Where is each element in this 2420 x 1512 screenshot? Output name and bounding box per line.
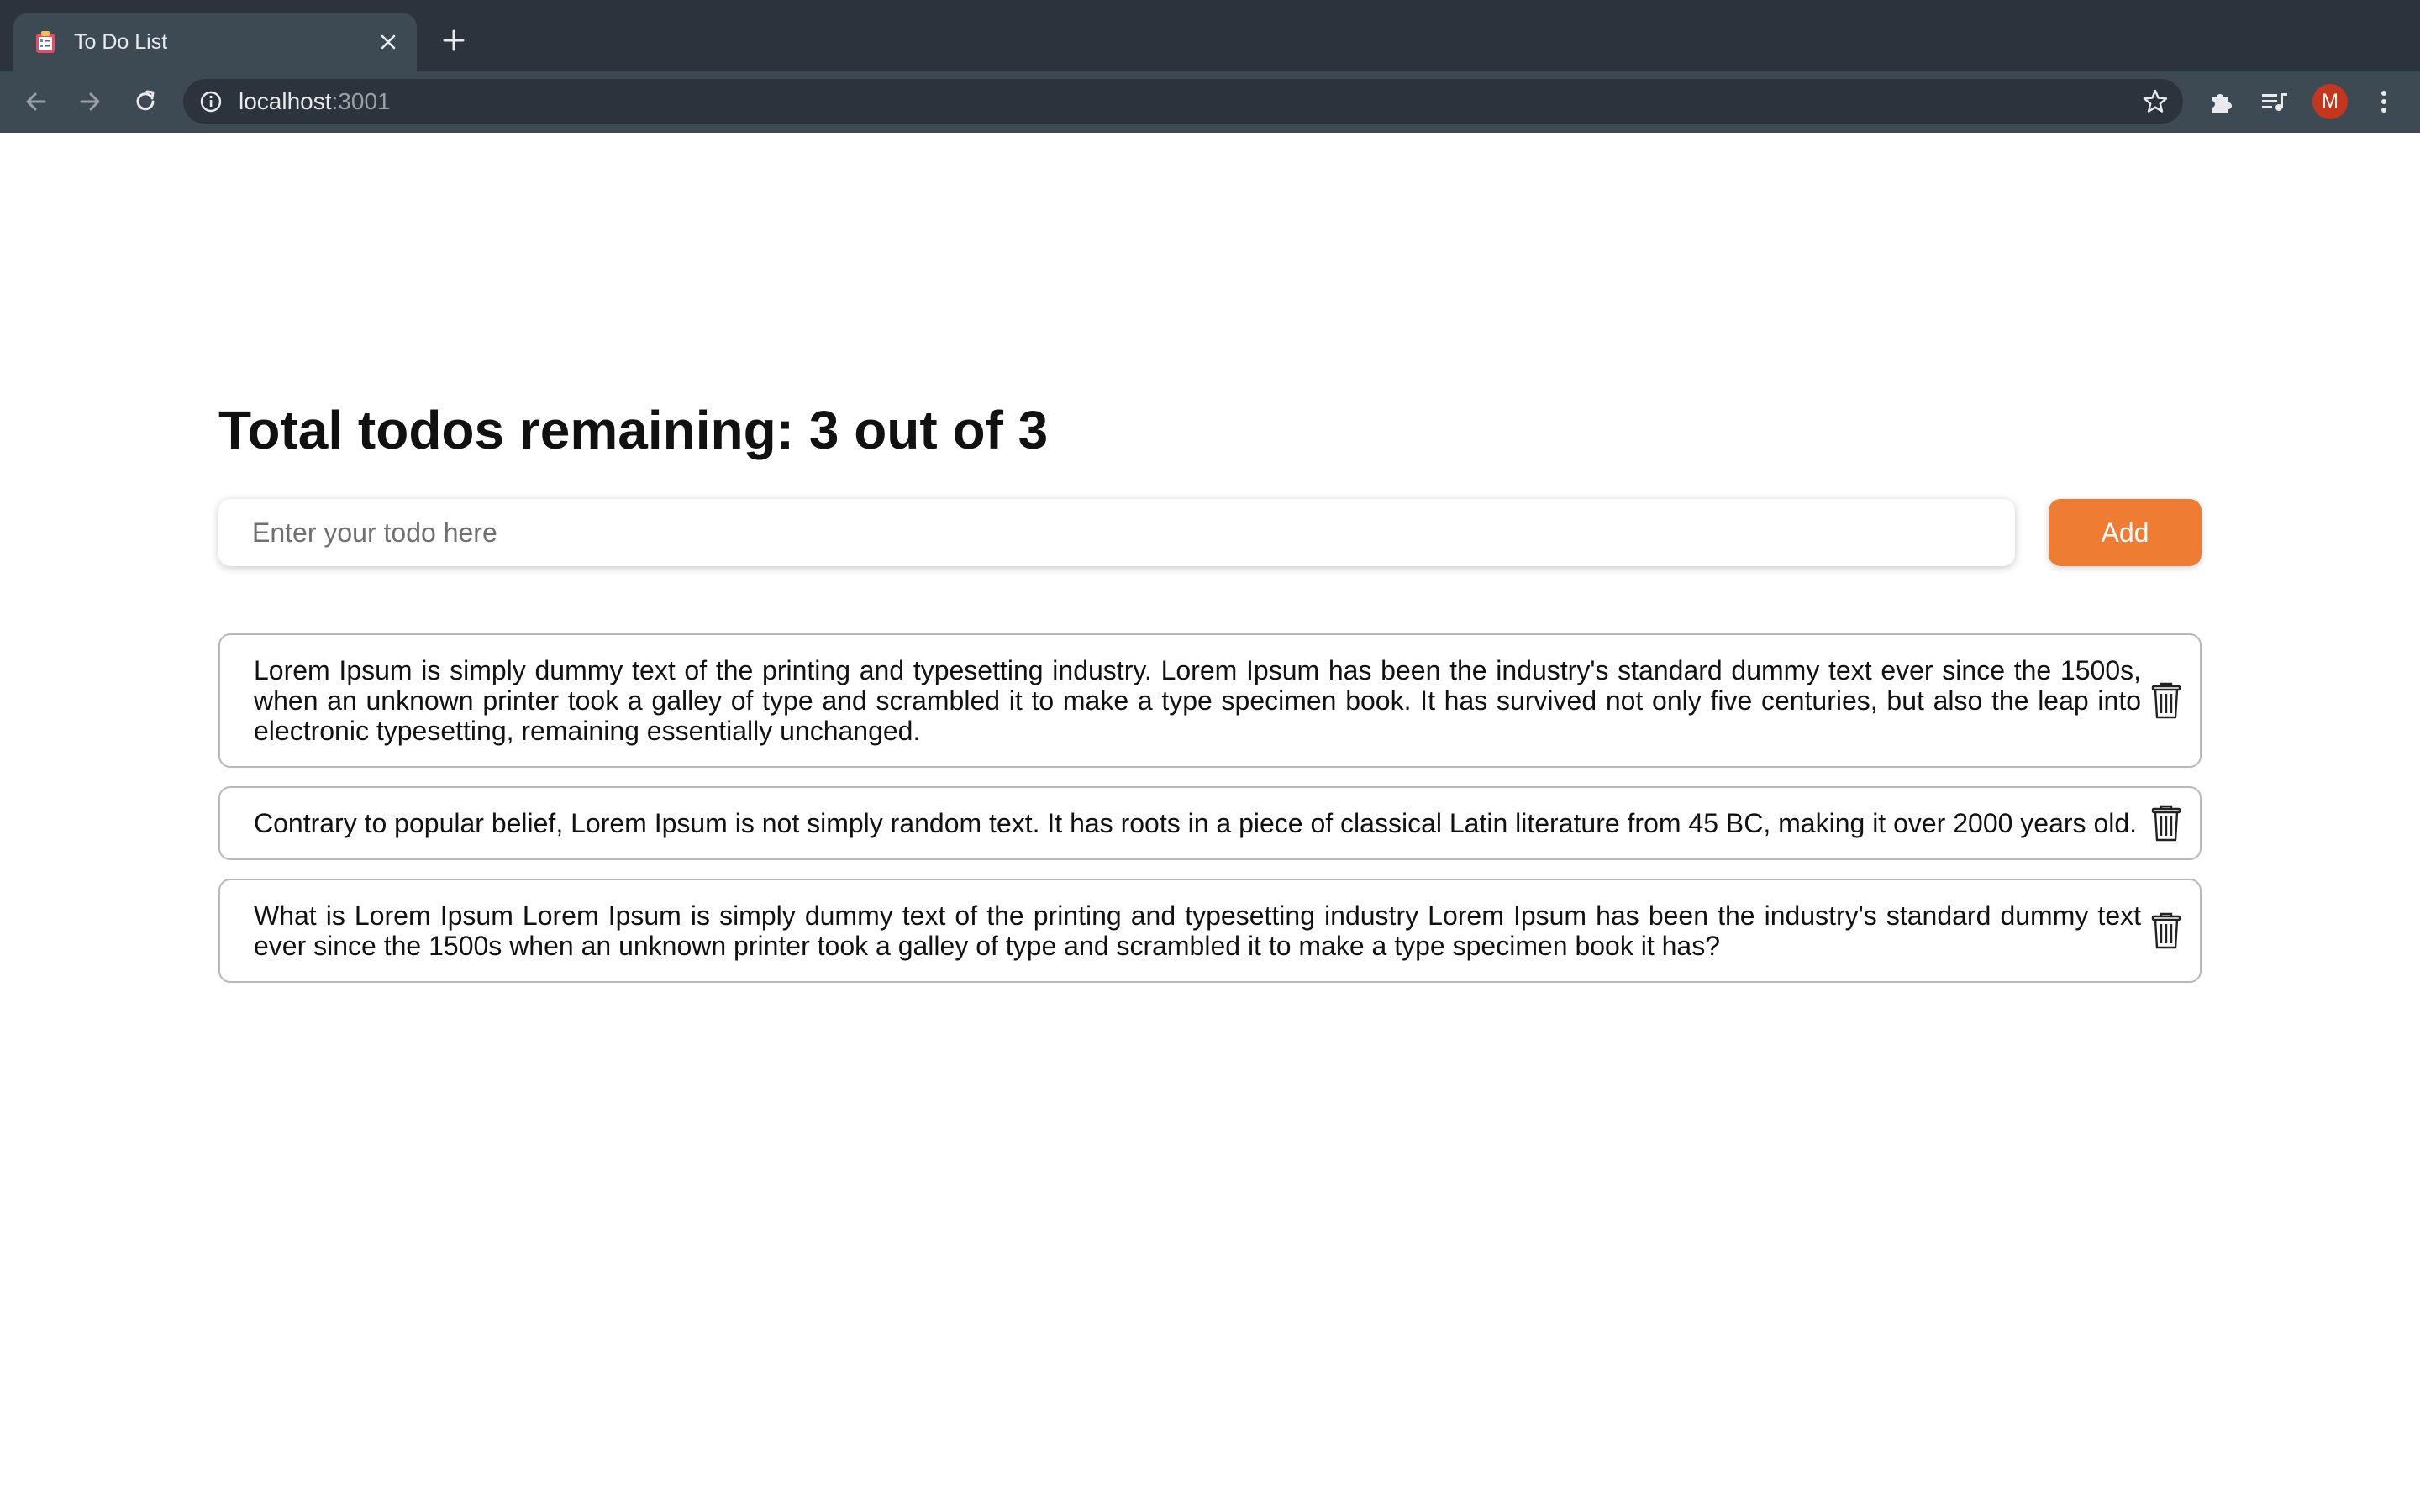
page-title: Total todos remaining: 3 out of 3 — [218, 400, 1049, 460]
add-button[interactable]: Add — [2049, 499, 2202, 566]
plus-icon[interactable] — [439, 25, 469, 55]
clipboard-checklist-icon — [34, 30, 57, 54]
todo-item: Lorem Ipsum is simply dummy text of the … — [218, 633, 2202, 768]
star-icon[interactable] — [2141, 87, 2170, 116]
url-port: :3001 — [331, 88, 391, 114]
todo-item: What is Lorem Ipsum Lorem Ipsum is simpl… — [218, 879, 2202, 983]
reload-icon[interactable] — [129, 86, 161, 118]
todo-text: What is Lorem Ipsum Lorem Ipsum is simpl… — [254, 900, 2141, 961]
address-bar[interactable]: localhost:3001 — [183, 79, 2183, 124]
close-icon[interactable] — [375, 29, 402, 55]
kebab-menu-icon[interactable] — [2368, 86, 2400, 118]
todo-item: Contrary to popular belief, Lorem Ipsum … — [218, 786, 2202, 860]
url-text: localhost:3001 — [239, 87, 391, 116]
back-arrow-icon[interactable] — [20, 86, 52, 118]
browser-toolbar: localhost:3001 M — [0, 71, 2420, 133]
trash-icon[interactable] — [2149, 681, 2183, 720]
tab-title: To Do List — [74, 30, 168, 54]
todo-text: Contrary to popular belief, Lorem Ipsum … — [254, 808, 2138, 838]
trash-icon[interactable] — [2149, 911, 2183, 950]
forward-arrow-icon[interactable] — [74, 86, 106, 118]
todo-list: Lorem Ipsum is simply dummy text of the … — [218, 633, 2202, 1001]
info-icon[interactable] — [198, 89, 224, 114]
todo-input[interactable] — [218, 499, 2015, 566]
url-host: localhost — [239, 88, 332, 114]
browser-tabstrip: To Do List — [0, 0, 2420, 71]
profile-initial: M — [2322, 90, 2338, 113]
todo-text: Lorem Ipsum is simply dummy text of the … — [254, 655, 2141, 746]
trash-icon[interactable] — [2149, 804, 2183, 843]
avatar[interactable]: M — [2312, 84, 2348, 119]
puzzle-icon[interactable] — [2205, 86, 2237, 118]
playlist-icon[interactable] — [2259, 86, 2291, 118]
browser-tab[interactable]: To Do List — [13, 13, 417, 71]
